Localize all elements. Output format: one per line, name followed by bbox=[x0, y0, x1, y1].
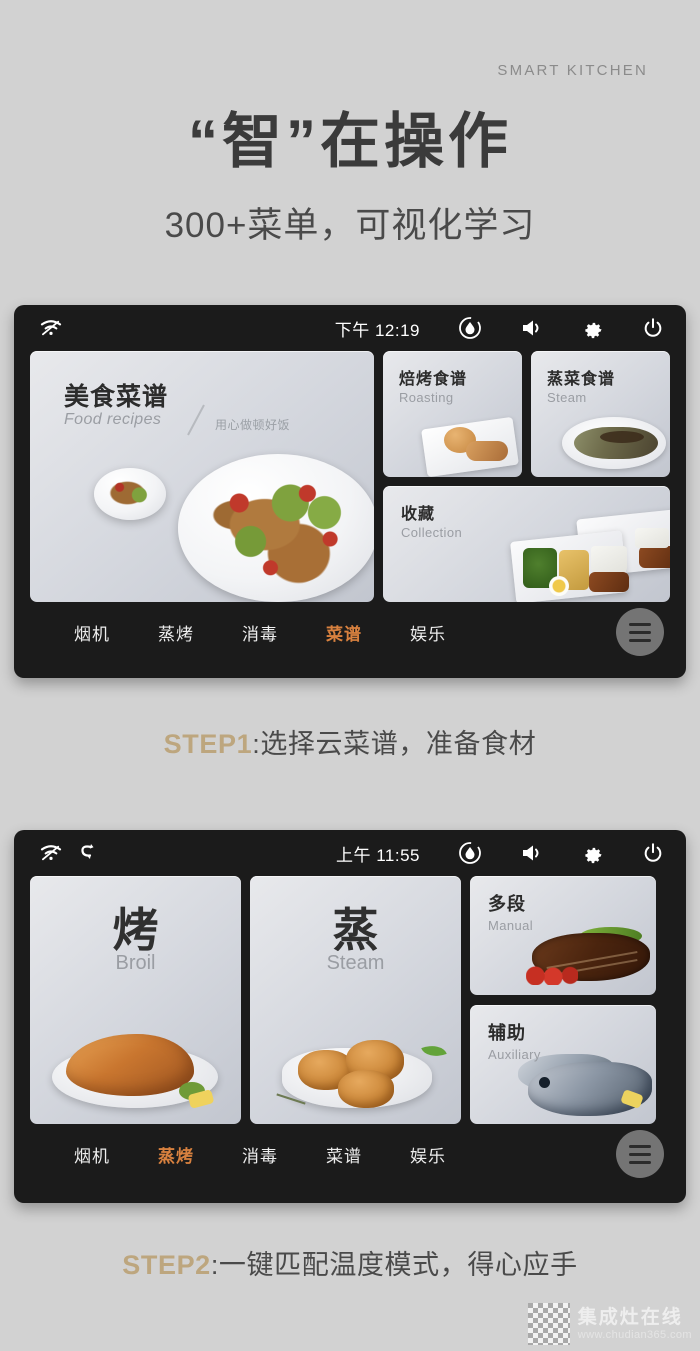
food-photo-crab bbox=[338, 1070, 394, 1108]
step-2-caption: STEP2:一键匹配温度模式，得心应手 bbox=[0, 1243, 700, 1282]
nav-items-2: 烟机 蒸烤 消毒 菜谱 娱乐 bbox=[14, 1142, 686, 1167]
food-photo-fish-eye bbox=[539, 1077, 550, 1088]
food-photo-meat-front bbox=[589, 572, 629, 592]
step-2-key: STEP2 bbox=[122, 1250, 211, 1280]
device-screen-2: 上午 11:55 烤 Broil 蒸 Steam 多段 Manual 辅助 Au… bbox=[14, 830, 686, 1203]
card-steam-recipes[interactable]: 蒸菜食谱 Steam bbox=[531, 351, 670, 477]
screen-1-content: 美食菜谱 Food recipes 用心做顿好饭 焙烤食谱 Roasting 蒸… bbox=[14, 351, 686, 602]
watermark-url: www.chudian365.com bbox=[577, 1328, 692, 1341]
nav-items-1: 烟机 蒸烤 消毒 菜谱 娱乐 bbox=[14, 620, 686, 645]
nav-bar-2: 烟机 蒸烤 消毒 菜谱 娱乐 bbox=[14, 1124, 686, 1184]
food-photo-rice-back bbox=[635, 528, 669, 548]
card-food-recipes[interactable]: 美食菜谱 Food recipes 用心做顿好饭 bbox=[30, 351, 374, 602]
nav-item-3[interactable]: 消毒 bbox=[242, 620, 278, 645]
water-drop-icon[interactable] bbox=[458, 316, 482, 340]
watermark-name: 集成灶在线 bbox=[577, 1306, 683, 1328]
volume-icon[interactable] bbox=[520, 843, 544, 863]
step-2-text: :一键匹配温度模式，得心应手 bbox=[210, 1250, 578, 1280]
card-subtitle: Broil bbox=[115, 952, 156, 974]
card-steam[interactable]: 蒸 Steam bbox=[250, 876, 461, 1124]
status-bar-2: 上午 11:55 bbox=[14, 830, 686, 876]
card-manual[interactable]: 多段 Manual bbox=[470, 876, 656, 995]
food-photo-tomatoes bbox=[526, 965, 578, 985]
power-icon[interactable] bbox=[642, 842, 664, 864]
device-screen-1: 下午 12:19 美食菜谱 Food recipes 用心做顿好饭 焙烤食谱 R… bbox=[14, 305, 686, 678]
watermark: 集成灶在线 www.chudian365.com bbox=[527, 1303, 692, 1345]
card-title: 蒸菜食谱 bbox=[547, 371, 616, 388]
step-1-text: :选择云菜谱，准备食材 bbox=[252, 729, 537, 759]
status-clock-2: 上午 11:55 bbox=[335, 845, 420, 865]
watermark-logo-icon bbox=[527, 1303, 570, 1345]
card-subtitle: Steam bbox=[547, 390, 587, 405]
nav-item-1[interactable]: 烟机 bbox=[74, 1142, 110, 1167]
gear-icon[interactable] bbox=[582, 842, 604, 864]
food-photo-sauce bbox=[600, 431, 644, 443]
food-photo-boiled-egg bbox=[549, 576, 569, 596]
food-photo-rice-front bbox=[591, 546, 627, 572]
card-subtitle: Roasting bbox=[399, 390, 454, 405]
status-bar-1: 下午 12:19 bbox=[14, 305, 686, 351]
divider-slash bbox=[187, 404, 205, 436]
nav-item-5[interactable]: 娱乐 bbox=[410, 620, 446, 645]
card-subtitle: Manual bbox=[488, 918, 534, 933]
card-title: 烤 bbox=[112, 904, 159, 956]
step-1-key: STEP1 bbox=[163, 729, 253, 759]
card-roasting[interactable]: 焙烤食谱 Roasting bbox=[383, 351, 522, 477]
card-title: 焙烤食谱 bbox=[399, 371, 468, 388]
nav-item-1[interactable]: 烟机 bbox=[74, 620, 110, 645]
food-photo-salad-small bbox=[104, 474, 156, 512]
volume-icon[interactable] bbox=[520, 318, 544, 338]
card-tagline: 用心做顿好饭 bbox=[215, 418, 291, 432]
nav-item-2[interactable]: 蒸烤 bbox=[158, 1142, 194, 1167]
nav-item-5[interactable]: 娱乐 bbox=[410, 1142, 446, 1167]
card-broil[interactable]: 烤 Broil bbox=[30, 876, 241, 1124]
food-photo-meat-back bbox=[639, 546, 670, 568]
gear-icon[interactable] bbox=[582, 317, 604, 339]
nav-item-4[interactable]: 菜谱 bbox=[326, 1142, 362, 1167]
power-icon[interactable] bbox=[642, 317, 664, 339]
food-photo-pastry bbox=[466, 441, 508, 461]
screen-2-content: 烤 Broil 蒸 Steam 多段 Manual 辅助 Auxiliary bbox=[14, 876, 686, 1124]
card-subtitle: Food recipes bbox=[64, 411, 162, 428]
eyebrow-text: SMART KITCHEN bbox=[497, 62, 648, 79]
hamburger-menu-icon[interactable] bbox=[616, 1130, 664, 1178]
card-subtitle: Auxiliary bbox=[488, 1047, 541, 1062]
step-1-caption: STEP1:选择云菜谱，准备食材 bbox=[0, 722, 700, 761]
promo-header: SMART KITCHEN “智”在操作 300+菜单，可视化学习 bbox=[0, 0, 700, 248]
card-title: 辅助 bbox=[488, 1023, 526, 1043]
card-title: 美食菜谱 bbox=[64, 383, 169, 411]
page-title: “智”在操作 bbox=[188, 108, 512, 175]
hamburger-menu-icon[interactable] bbox=[616, 608, 664, 656]
page-subtitle: 300+菜单，可视化学习 bbox=[164, 206, 536, 245]
nav-bar-1: 烟机 蒸烤 消毒 菜谱 娱乐 bbox=[14, 602, 686, 662]
food-photo-fish-front bbox=[528, 1062, 652, 1116]
nav-item-4[interactable]: 菜谱 bbox=[326, 620, 362, 645]
nav-item-2[interactable]: 蒸烤 bbox=[158, 620, 194, 645]
food-photo-leaf bbox=[421, 1040, 447, 1062]
card-subtitle: Steam bbox=[326, 952, 385, 974]
card-title: 收藏 bbox=[401, 506, 436, 523]
card-collection[interactable]: 收藏 Collection bbox=[383, 486, 670, 602]
water-drop-icon[interactable] bbox=[458, 841, 482, 865]
card-auxiliary[interactable]: 辅助 Auxiliary bbox=[470, 1005, 656, 1124]
status-clock-1: 下午 12:19 bbox=[334, 320, 420, 340]
food-photo-roast-chicken bbox=[66, 1034, 194, 1096]
card-title: 多段 bbox=[488, 894, 526, 914]
card-subtitle: Collection bbox=[401, 525, 463, 540]
food-photo-salad bbox=[208, 467, 350, 587]
nav-item-3[interactable]: 消毒 bbox=[242, 1142, 278, 1167]
card-title: 蒸 bbox=[332, 904, 379, 956]
